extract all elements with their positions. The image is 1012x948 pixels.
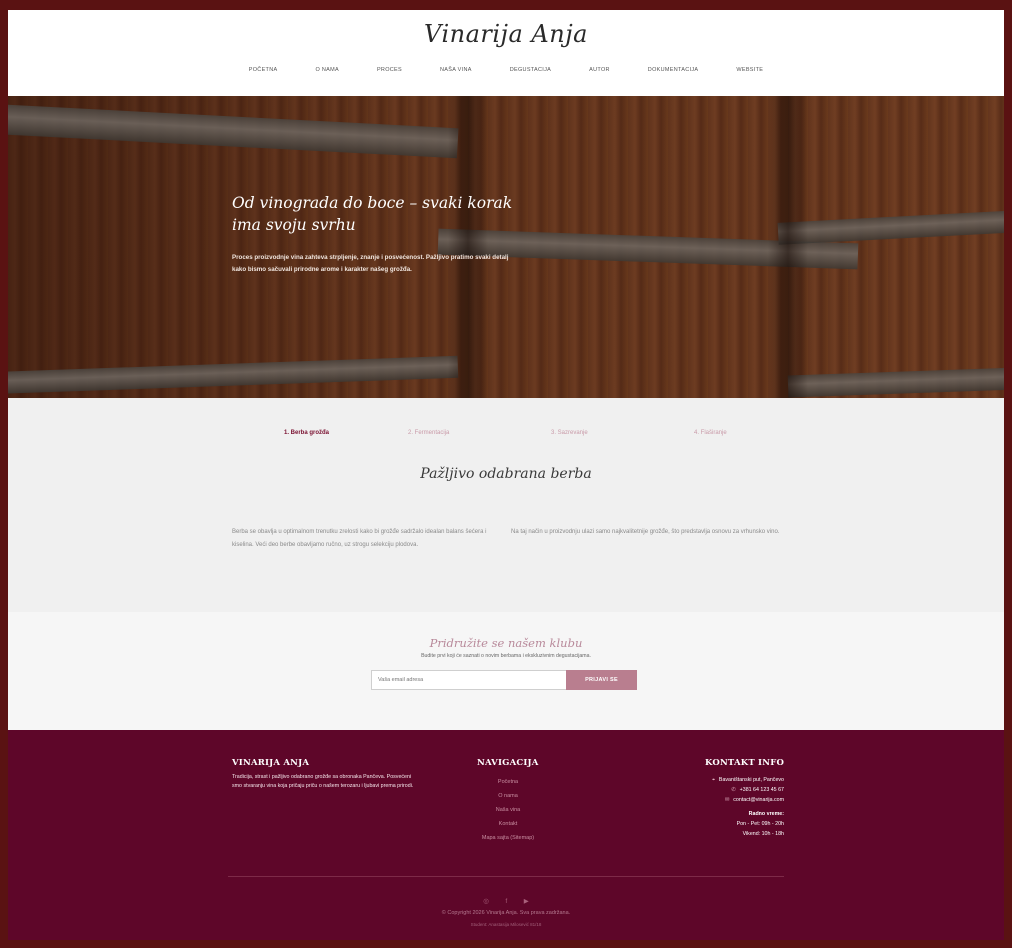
instagram-icon[interactable]: ◎ — [483, 897, 489, 905]
main-nav: POČETNA O NAMA PROCES NAŠA VINA DEGUSTAC… — [8, 67, 1004, 73]
nav-link-nasa-vina[interactable]: NAŠA VINA — [440, 67, 472, 73]
footer-link-pocetna[interactable]: Početna — [448, 775, 568, 789]
nav-link-degustacija[interactable]: DEGUSTACIJA — [510, 67, 551, 73]
phone-text: +381 64 123 45 67 — [739, 787, 784, 793]
process-section: 1. Berba grožđa 2. Fermentacija 3. Sazre… — [8, 398, 1004, 612]
tab-fermentacija[interactable]: 2. Fermentacija — [408, 430, 449, 436]
tab-sazrevanje[interactable]: 3. Sazrevanje — [551, 430, 588, 436]
hours-weekend: Vikend: 10h - 18h — [742, 831, 784, 837]
footer-link-o-nama[interactable]: O nama — [448, 789, 568, 803]
barrel-shadow — [448, 96, 488, 398]
facebook-icon[interactable]: f — [505, 898, 507, 905]
tab-berba[interactable]: 1. Berba grožđa — [284, 430, 329, 436]
location-pin-icon: ⌖ — [711, 777, 715, 783]
footer-about-title: VINARIJA ANJA — [232, 758, 310, 768]
hero-title: Od vinograda do boce – svaki korak ima s… — [232, 194, 513, 234]
site-logo[interactable]: Vinarija Anja — [8, 20, 1004, 48]
page-frame: Vinarija Anja POČETNA O NAMA PROCES NAŠA… — [8, 10, 1004, 940]
nav-link-dokumentacija[interactable]: DOKUMENTACIJA — [648, 67, 699, 73]
newsletter-title: Pridružite se našem klubu — [429, 636, 583, 650]
footer-link-nasa-vina[interactable]: Naša vina — [448, 803, 568, 817]
nav-link-website[interactable]: WEBSITE — [736, 67, 763, 73]
newsletter-subtitle: Budite prvi koji će saznati o novim berb… — [421, 653, 591, 659]
contact-phone[interactable]: ✆ +381 64 123 45 67 — [712, 785, 784, 795]
hero-banner: Od vinograda do boce – svaki korak ima s… — [8, 96, 1004, 398]
social-links: ◎ f ▶ — [8, 890, 1004, 908]
site-footer: VINARIJA ANJA Tradicija, strast i pažlji… — [8, 730, 1004, 940]
copyright-text: © Copyright 2026 Vinarija Anja. Sva prav… — [441, 910, 571, 916]
barrel-hoop — [8, 355, 459, 395]
student-credit: Student: Anastasija Milosević 81/18 — [470, 922, 542, 927]
contact-email[interactable]: ✉ contact@vinarija.com — [712, 795, 784, 805]
newsletter-section: Pridružite se našem klubu Budite prvi ko… — [8, 612, 1004, 730]
footer-nav-title: NAVIGACIJA — [477, 758, 539, 768]
barrel-hoop — [8, 103, 459, 159]
youtube-icon[interactable]: ▶ — [524, 897, 529, 905]
contact-address: ⌖ Bavaništanski put, Pančevo — [712, 775, 784, 785]
email-text: contact@vinarija.com — [733, 797, 784, 803]
process-text-right: Na taj način u proizvodnju ulazi samo na… — [511, 529, 780, 535]
envelope-icon: ✉ — [724, 797, 730, 803]
footer-link-kontakt[interactable]: Kontakt — [448, 817, 568, 831]
barrel-shadow — [768, 96, 808, 398]
hours-label: Radno vreme: — [748, 811, 784, 817]
hero-text: Proces proizvodnje vina zahteva strpljen… — [232, 254, 509, 273]
barrel-hoop — [777, 209, 1004, 245]
address-text: Bavaništanski put, Pančevo — [718, 777, 784, 783]
nav-link-proces[interactable]: PROCES — [377, 67, 402, 73]
nav-link-o-nama[interactable]: O NAMA — [315, 67, 339, 73]
process-text-left: Berba se obavlja u optimalnom trenutku z… — [232, 529, 487, 548]
footer-contact-title: KONTAKT INFO — [705, 758, 785, 768]
footer-nav: Početna O nama Naša vina Kontakt Mapa sa… — [448, 775, 568, 845]
site-header: Vinarija Anja POČETNA O NAMA PROCES NAŠA… — [8, 10, 1004, 96]
phone-icon: ✆ — [731, 787, 736, 793]
subscribe-button[interactable]: PRIJAVI SE — [566, 670, 637, 690]
footer-link-sitemap[interactable]: Mapa sajta (Sitemap) — [448, 831, 568, 845]
nav-link-pocetna[interactable]: POČETNA — [249, 67, 278, 73]
process-tabs: 1. Berba grožđa 2. Fermentacija 3. Sazre… — [8, 430, 1004, 442]
nav-link-autor[interactable]: AUTOR — [589, 67, 610, 73]
hours-weekdays: Pon - Pet: 09h - 20h — [736, 821, 784, 827]
footer-contact: ⌖ Bavaništanski put, Pančevo ✆ +381 64 123… — [712, 775, 784, 839]
email-input[interactable] — [371, 670, 567, 690]
barrel-hoop — [787, 366, 1004, 398]
tab-flasiranje[interactable]: 4. Flaširanje — [694, 430, 727, 436]
footer-about-text: Tradicija, strast i pažljivo odabrano gr… — [232, 774, 414, 789]
footer-divider — [228, 876, 784, 877]
process-title: Pažljivo odabrana berba — [420, 466, 592, 482]
